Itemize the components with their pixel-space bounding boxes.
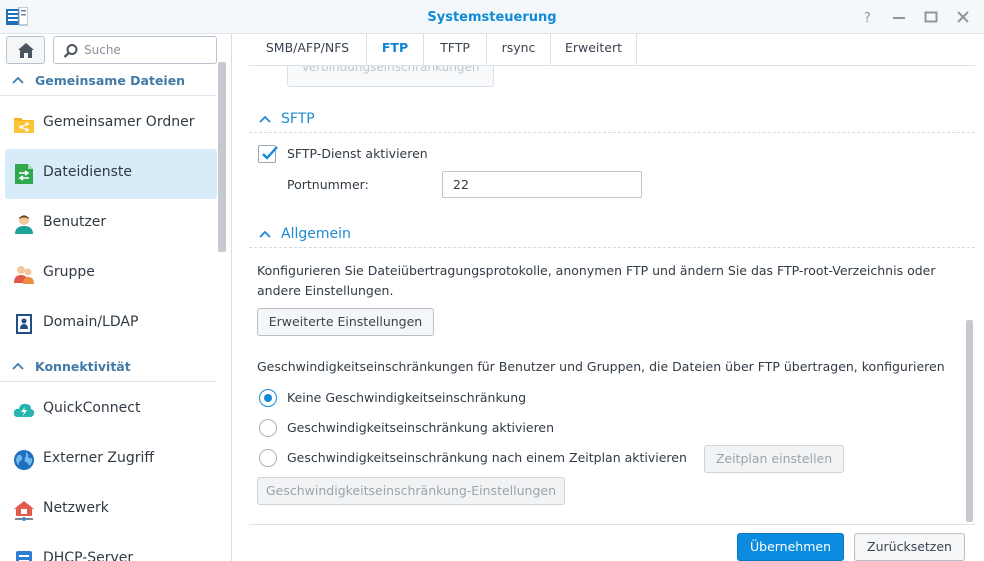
tab-tftp[interactable]: TFTP: [424, 34, 487, 65]
sidebar-item-user[interactable]: Benutzer: [5, 199, 217, 249]
user-icon: [15, 215, 33, 234]
chevron-up-icon: [259, 115, 271, 123]
sftp-enable-checkbox[interactable]: [258, 145, 278, 163]
group-icon: [14, 266, 34, 284]
maximize-icon[interactable]: [923, 9, 939, 25]
sidebar: Gemeinsame Dateien Gemeinsamer Ordner Da…: [0, 34, 232, 561]
sidebar-item-group[interactable]: Gruppe: [5, 249, 217, 299]
home-icon: [17, 42, 34, 58]
sidebar-item-shared-folder[interactable]: Gemeinsamer Ordner: [5, 99, 217, 149]
radio-schedule-speed-limit[interactable]: [259, 449, 277, 467]
tab-smb-afp-nfs[interactable]: SMB/AFP/NFS: [249, 34, 367, 65]
help-icon[interactable]: ?: [860, 9, 876, 25]
tab-label: TFTP: [440, 40, 470, 55]
speed-limit-description: Geschwindigkeitseinschränkungen für Benu…: [257, 359, 945, 374]
sidebar-item-network[interactable]: Netzwerk: [5, 485, 217, 535]
chevron-up-icon: [12, 362, 24, 370]
section-label: Gemeinsame Dateien: [35, 73, 186, 88]
search-input[interactable]: [84, 40, 209, 60]
sidebar-item-dhcp-server[interactable]: DHCP-Server: [5, 535, 217, 561]
tab-advanced[interactable]: Erweitert: [551, 34, 637, 65]
sidebar-item-label: Netzwerk: [43, 500, 109, 516]
radio-label[interactable]: Keine Geschwindigkeitseinschränkung: [287, 390, 526, 405]
chevron-up-icon: [259, 230, 271, 238]
tab-label: FTP: [381, 40, 409, 55]
sidebar-item-quickconnect[interactable]: QuickConnect: [5, 385, 217, 435]
quickconnect-icon: [13, 403, 35, 417]
section-title: SFTP: [281, 111, 315, 127]
checkmark-icon: [262, 146, 278, 160]
search-box[interactable]: [53, 36, 217, 64]
button-label: Verbindungseinschränkungen: [301, 66, 480, 74]
dhcp-server-icon: [16, 551, 32, 561]
radio-no-speed-limit[interactable]: [259, 389, 277, 407]
section-shared-files[interactable]: Gemeinsame Dateien: [0, 66, 216, 96]
set-schedule-button[interactable]: Zeitplan einstellen: [704, 445, 844, 473]
search-icon: [63, 44, 78, 58]
section-sftp[interactable]: SFTP: [249, 107, 975, 133]
sidebar-item-label: Dateidienste: [43, 164, 133, 180]
speed-limit-settings-button[interactable]: Geschwindigkeitseinschränkung-Einstellun…: [257, 477, 565, 505]
tab-label: SMB/AFP/NFS: [265, 40, 350, 55]
sidebar-item-label: Externer Zugriff: [43, 450, 155, 466]
shared-folder-icon: [14, 118, 34, 133]
minimize-icon[interactable]: [891, 9, 907, 25]
sidebar-item-external-access[interactable]: Externer Zugriff: [5, 435, 217, 485]
sidebar-item-label: Gruppe: [43, 264, 95, 280]
port-number-label: Portnummer:: [287, 177, 369, 192]
general-description: Konfigurieren Sie Dateiübertragungsproto…: [257, 263, 936, 298]
sidebar-item-domain-ldap[interactable]: Domain/LDAP: [5, 299, 217, 349]
tab-bar: SMB/AFP/NFS FTP TFTP rsync Erweitert: [249, 34, 975, 66]
window-title: Systemsteuerung: [427, 10, 557, 25]
svg-text:?: ?: [864, 11, 871, 25]
file-services-icon: [15, 164, 33, 184]
sidebar-item-label: Gemeinsamer Ordner: [43, 114, 195, 130]
sidebar-item-file-services[interactable]: Dateidienste: [5, 149, 217, 199]
connection-limits-button[interactable]: Verbindungseinschränkungen: [287, 66, 494, 87]
sidebar-item-label: Benutzer: [43, 214, 107, 230]
section-general[interactable]: Allgemein: [249, 222, 975, 248]
title-bar: Systemsteuerung ?: [0, 0, 984, 34]
apply-button[interactable]: Übernehmen: [737, 533, 844, 561]
external-access-icon: [14, 450, 34, 470]
radio-label[interactable]: Geschwindigkeitseinschränkung nach einem…: [287, 450, 687, 465]
reset-button[interactable]: Zurücksetzen: [854, 533, 965, 561]
sidebar-item-label: DHCP-Server: [43, 550, 134, 561]
network-icon: [14, 501, 34, 521]
domain-ldap-icon: [16, 314, 32, 334]
tab-ftp[interactable]: FTP: [367, 34, 424, 65]
radio-enable-speed-limit[interactable]: [259, 419, 277, 437]
home-button[interactable]: [6, 36, 45, 64]
tab-label: Erweitert: [564, 40, 623, 55]
content-scrollbar[interactable]: [966, 320, 973, 522]
advanced-settings-button[interactable]: Erweiterte Einstellungen: [257, 308, 434, 336]
section-title: Allgemein: [281, 226, 351, 242]
section-connectivity[interactable]: Konnektivität: [0, 352, 216, 382]
sidebar-scrollbar[interactable]: [218, 62, 226, 252]
chevron-up-icon: [12, 76, 24, 84]
port-number-field[interactable]: [442, 171, 642, 198]
section-label: Konnektivität: [35, 359, 131, 374]
sidebar-item-label: QuickConnect: [43, 400, 141, 416]
sidebar-item-label: Domain/LDAP: [43, 314, 139, 330]
sftp-enable-label[interactable]: SFTP-Dienst aktivieren: [287, 146, 428, 161]
close-icon[interactable]: [955, 9, 971, 25]
radio-label[interactable]: Geschwindigkeitseinschränkung aktivieren: [287, 420, 554, 435]
tab-rsync[interactable]: rsync: [487, 34, 551, 65]
tab-label: rsync: [501, 40, 536, 55]
